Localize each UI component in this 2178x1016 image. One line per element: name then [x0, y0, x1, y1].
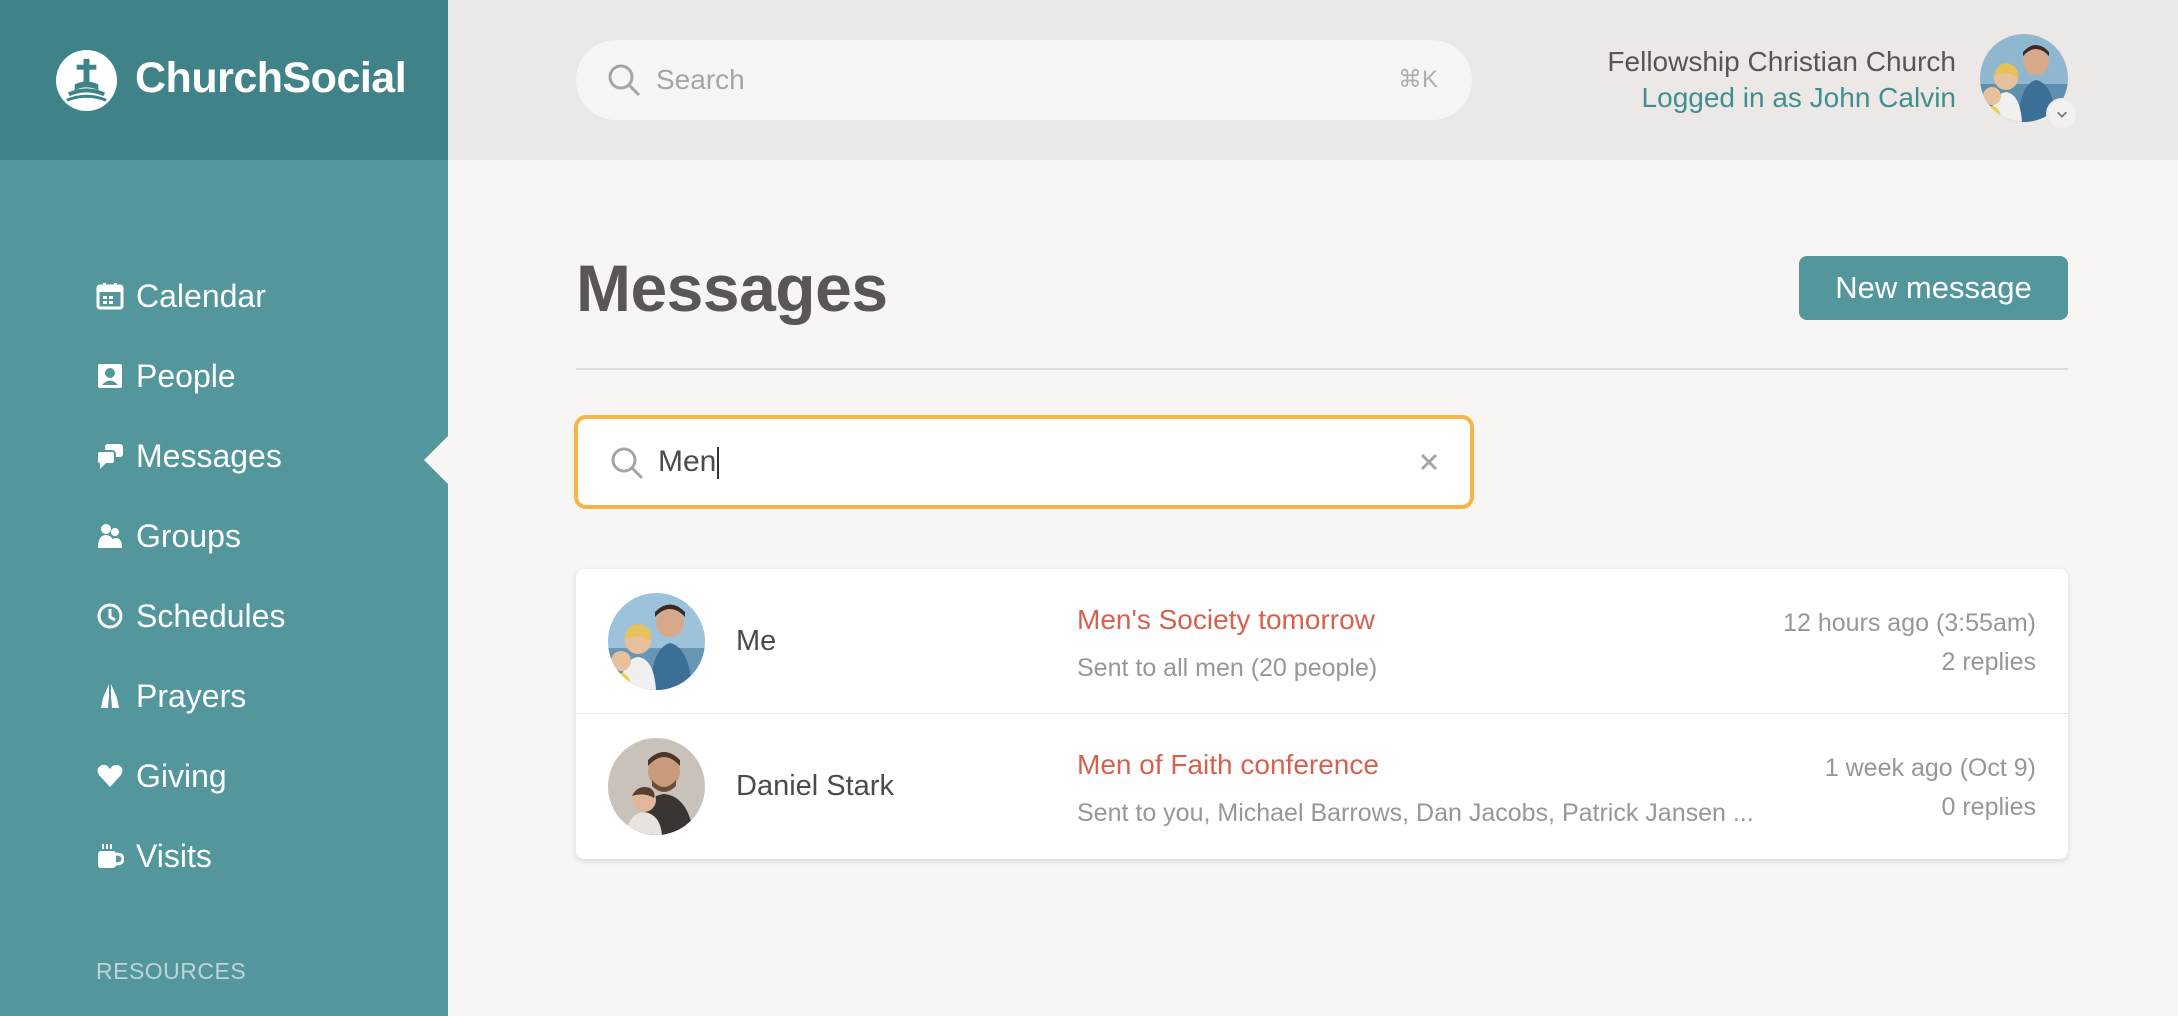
heart-icon [96, 762, 124, 790]
message-replies: 2 replies [1941, 648, 2037, 676]
sidebar-item-groups[interactable]: Groups [0, 496, 448, 576]
avatar [608, 738, 705, 835]
message-subject[interactable]: Men of Faith conference [1077, 749, 1379, 781]
sidebar-item-label: Calendar [136, 277, 266, 314]
message-recipients: Sent to you, Michael Barrows, Dan Jacobs… [1077, 799, 1754, 827]
logged-in-user[interactable]: Logged in as John Calvin [1642, 82, 1956, 114]
church-logo-icon[interactable] [55, 49, 118, 112]
message-time: 1 week ago (Oct 9) [1824, 754, 2036, 782]
sidebar-item-label: People [136, 357, 236, 394]
search-icon [608, 64, 641, 97]
message-subject[interactable]: Men's Society tomorrow [1077, 604, 1375, 636]
message-sender: Me [736, 625, 777, 657]
search-placeholder: Search [656, 64, 745, 95]
sidebar-item-messages[interactable]: Messages [0, 416, 448, 496]
organization-name: Fellowship Christian Church [1607, 46, 1956, 77]
close-icon[interactable] [1416, 449, 1442, 475]
sidebar-nav: Calendar People Messages Groups Schedule… [0, 256, 448, 896]
search-shortcut: ⌘K [1397, 66, 1438, 93]
list-item[interactable]: Me Men's Society tomorrow Sent to all me… [576, 569, 2068, 714]
sidebar-item-label: Messages [136, 437, 282, 474]
group-icon [96, 522, 124, 550]
message-recipients: Sent to all men (20 people) [1077, 654, 1378, 682]
page-title: Messages [576, 251, 888, 325]
sidebar-item-visits[interactable]: Visits [0, 816, 448, 896]
active-indicator [424, 436, 448, 484]
avatar [608, 593, 705, 690]
list-item[interactable]: Daniel Stark Men of Faith conference Sen… [576, 714, 2068, 859]
sidebar-item-label: Groups [136, 517, 241, 554]
sidebar-item-label: Prayers [136, 677, 247, 714]
sidebar-item-schedules[interactable]: Schedules [0, 576, 448, 656]
sidebar-item-label: Schedules [136, 597, 286, 634]
praying-hands-icon [96, 682, 124, 710]
top-bar: Search ⌘K Fellowship Christian Church Lo… [448, 0, 2178, 160]
global-search[interactable]: Search ⌘K [576, 40, 1472, 120]
sidebar-item-label: Visits [136, 837, 212, 874]
message-list: Me Men's Society tomorrow Sent to all me… [576, 569, 2068, 859]
resources-heading: RESOURCES [96, 958, 247, 984]
brand-name[interactable]: ChurchSocial [135, 54, 407, 103]
sidebar-item-label: Giving [136, 757, 227, 794]
text-caret [717, 447, 720, 480]
person-card-icon [96, 362, 124, 390]
sidebar: ChurchSocial Calendar People Messages Gr… [0, 0, 448, 1016]
chevron-down-icon[interactable] [2046, 98, 2078, 130]
message-search-input[interactable]: Men [574, 415, 1474, 509]
search-icon [611, 447, 644, 480]
coffee-cup-icon [96, 842, 124, 870]
message-time: 12 hours ago (3:55am) [1783, 609, 2036, 637]
sidebar-item-calendar[interactable]: Calendar [0, 256, 448, 336]
clock-icon [96, 602, 124, 630]
divider [576, 368, 2068, 370]
search-value-wrap: Men [658, 419, 720, 505]
sidebar-item-people[interactable]: People [0, 336, 448, 416]
new-message-button[interactable]: New message [1799, 256, 2068, 320]
sidebar-item-prayers[interactable]: Prayers [0, 656, 448, 736]
search-value: Men [658, 445, 717, 478]
calendar-icon [96, 282, 124, 310]
message-replies: 0 replies [1941, 793, 2037, 821]
brand-bar: ChurchSocial [0, 0, 448, 160]
chat-bubbles-icon [96, 442, 124, 470]
message-sender: Daniel Stark [736, 770, 894, 802]
sidebar-item-giving[interactable]: Giving [0, 736, 448, 816]
